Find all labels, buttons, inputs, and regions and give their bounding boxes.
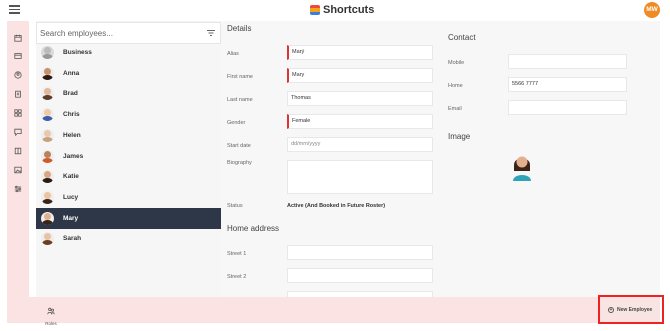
calendar-icon[interactable]: [11, 31, 25, 45]
employee-avatar: [41, 66, 54, 80]
employee-details-panel: Details Alias Marÿ First name Mary Last …: [221, 21, 660, 297]
last-name-field[interactable]: Thomas: [287, 91, 433, 106]
employee-avatar: [41, 149, 54, 163]
employee-list-item[interactable]: Mary: [36, 207, 221, 229]
roles-label: Roles: [45, 321, 57, 326]
left-rail: [7, 21, 29, 297]
sliders-icon[interactable]: [11, 182, 25, 196]
email-label: Email: [448, 106, 462, 112]
gender-label: Gender: [227, 120, 246, 126]
biography-textarea[interactable]: [287, 160, 433, 194]
employee-name: Mary: [63, 214, 79, 222]
hamburger-menu-icon[interactable]: [9, 5, 20, 14]
employee-name: James: [63, 152, 84, 160]
last-name-label: Last name: [227, 97, 253, 103]
details-heading: Details: [227, 24, 252, 33]
employee-avatar: [41, 190, 54, 204]
street2-field[interactable]: [287, 268, 433, 283]
first-name-field[interactable]: Mary: [287, 68, 433, 83]
add-circle-icon: +: [608, 306, 614, 313]
home-phone-field[interactable]: 5566 7777: [508, 77, 627, 92]
employee-list-item[interactable]: Business: [36, 42, 221, 63]
status-value: Active (And Booked in Future Roster): [287, 203, 386, 209]
status-label: Status: [227, 203, 243, 209]
filter-icon[interactable]: [206, 28, 216, 38]
new-employee-highlight: + New Employee: [598, 295, 664, 324]
employee-list-item[interactable]: Katie: [36, 166, 221, 187]
employee-avatar: [41, 211, 54, 225]
clipboard-icon[interactable]: [11, 87, 25, 101]
employee-list-item[interactable]: Brad: [36, 83, 221, 104]
user-avatar[interactable]: MW: [644, 2, 660, 18]
employee-list-item[interactable]: Helen: [36, 125, 221, 146]
employee-avatar: [41, 170, 54, 184]
employee-search-box: [36, 22, 221, 44]
roles-icon: [47, 307, 55, 315]
image-icon[interactable]: [11, 163, 25, 177]
home-address-heading: Home address: [227, 224, 280, 233]
bottom-bar: Roles: [7, 297, 660, 326]
gender-select[interactable]: Female: [287, 114, 433, 129]
mobile-field[interactable]: [508, 54, 627, 69]
employee-list-item[interactable]: James: [36, 146, 221, 167]
contact-heading: Contact: [448, 33, 476, 42]
employee-list-item[interactable]: Sarah: [36, 228, 221, 249]
employee-photo[interactable]: [508, 151, 536, 181]
employee-avatar: [41, 128, 54, 142]
biography-label: Biography: [227, 160, 252, 166]
new-employee-button[interactable]: + New Employee: [602, 302, 659, 317]
image-heading: Image: [448, 132, 471, 141]
employee-avatar: [41, 108, 54, 122]
street2-label: Street 2: [227, 274, 247, 280]
home-phone-label: Home: [448, 83, 463, 89]
employee-list-item[interactable]: Lucy: [36, 187, 221, 208]
app-logo: Shortcuts: [310, 4, 374, 16]
card-icon[interactable]: [11, 49, 25, 63]
employee-name: Business: [63, 49, 92, 56]
employee-list-item[interactable]: Chris: [36, 104, 221, 125]
employee-list-item[interactable]: Anna: [36, 63, 221, 84]
logo-text: Shortcuts: [323, 4, 375, 16]
employee-name: Sarah: [63, 235, 82, 243]
person-circle-icon[interactable]: [11, 68, 25, 82]
top-bar: Shortcuts MW: [0, 0, 670, 21]
search-input[interactable]: [40, 26, 200, 41]
street1-field[interactable]: [287, 245, 433, 260]
chat-icon[interactable]: [11, 125, 25, 139]
alias-field[interactable]: Marÿ: [287, 45, 433, 60]
mobile-label: Mobile: [448, 60, 465, 66]
shortcuts-logo-icon: [310, 5, 320, 15]
email-field[interactable]: [508, 100, 627, 115]
employee-name: Helen: [63, 131, 81, 139]
street1-label: Street 1: [227, 251, 247, 257]
employee-name: Brad: [63, 90, 78, 98]
employee-avatar: [41, 232, 54, 246]
employee-name: Chris: [63, 111, 80, 119]
start-date-label: Start date: [227, 143, 251, 149]
roles-button[interactable]: Roles: [44, 302, 58, 326]
employee-name: Katie: [63, 173, 79, 181]
first-name-label: First name: [227, 74, 253, 80]
employee-list-panel: Business Anna Brad Chris Helen James Katie Lucy…: [36, 21, 221, 297]
new-employee-label: New Employee: [617, 306, 653, 313]
grid-icon[interactable]: [11, 106, 25, 120]
employee-avatar: [41, 46, 54, 59]
employee-avatar: [41, 87, 54, 101]
employee-name: Anna: [63, 69, 80, 77]
start-date-field[interactable]: dd/mm/yyyy: [287, 137, 433, 152]
book-icon[interactable]: [11, 144, 25, 158]
alias-label: Alias: [227, 51, 239, 57]
employee-name: Lucy: [63, 193, 79, 201]
